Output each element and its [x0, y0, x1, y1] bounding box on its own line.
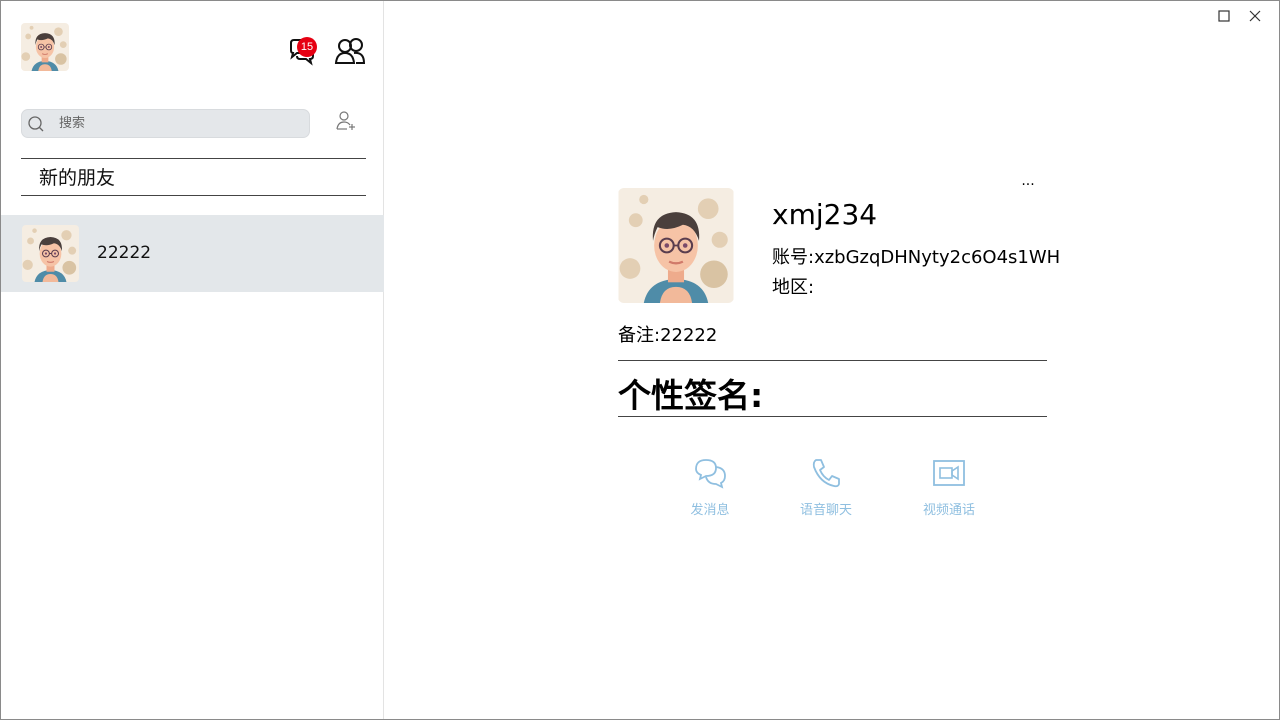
app-window: 15 新的朋友 22222 ... xmj2 [0, 0, 1280, 720]
add-friend-icon[interactable] [334, 109, 358, 133]
search-icon [28, 115, 44, 131]
search-box [21, 109, 310, 138]
voice-chat-button[interactable]: 语音聊天 [796, 455, 856, 518]
unread-badge: 15 [297, 37, 317, 57]
voice-chat-label: 语音聊天 [799, 503, 852, 518]
profile-region: 地区: [772, 277, 815, 298]
profile-avatar [618, 188, 734, 303]
divider-top [618, 360, 1047, 361]
profile-account: 账号:xzbGzqDHNyty2c6O4s1WH [772, 247, 1061, 268]
more-button[interactable]: ... [1017, 173, 1039, 193]
profile-nickname: xmj234 [772, 198, 878, 231]
contacts-icon[interactable] [334, 35, 366, 67]
search-input[interactable] [59, 110, 289, 137]
divider-bottom [618, 416, 1047, 417]
my-avatar[interactable] [21, 23, 69, 71]
new-friends-item[interactable]: 新的朋友 [21, 158, 366, 196]
contact-avatar [22, 225, 79, 282]
maximize-icon[interactable] [1213, 7, 1235, 25]
profile-signature: 个性签名: [618, 376, 764, 415]
contact-name: 22222 [97, 243, 152, 263]
phone-icon [812, 459, 840, 488]
profile-remark: 备注:22222 [618, 325, 718, 346]
contact-list-item[interactable]: 22222 [1, 215, 384, 292]
close-icon[interactable] [1244, 7, 1266, 25]
video-icon [933, 460, 965, 486]
send-message-label: 发消息 [690, 503, 730, 518]
message-icon [695, 459, 726, 489]
sidebar: 15 新的朋友 22222 [1, 1, 384, 719]
video-call-button[interactable]: 视频通话 [919, 455, 979, 518]
video-call-label: 视频通话 [922, 503, 975, 518]
send-message-button[interactable]: 发消息 [683, 455, 737, 518]
